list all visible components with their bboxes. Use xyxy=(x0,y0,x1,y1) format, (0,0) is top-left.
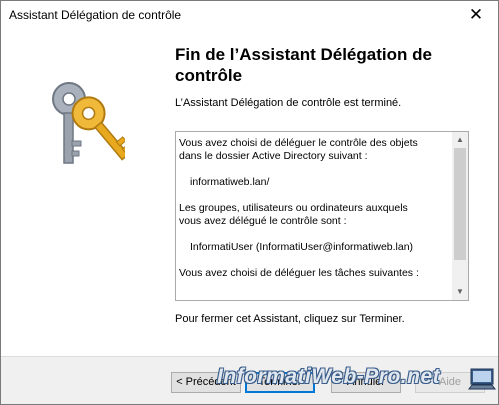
title-bar: Assistant Délégation de contrôle ✕ xyxy=(1,1,498,31)
keys-icon xyxy=(52,82,125,164)
vertical-scrollbar[interactable]: ▲ ▼ xyxy=(452,132,468,300)
summary-folder: informatiweb.lan/ xyxy=(190,176,270,188)
close-icon[interactable]: ✕ xyxy=(466,5,486,25)
completion-text: L’Assistant Délégation de contrôle est t… xyxy=(175,97,402,109)
summary-line: Les groupes, utilisateurs ou ordinateurs… xyxy=(179,202,408,214)
wizard-content: Fin de l’Assistant Délégation de contrôl… xyxy=(161,31,498,356)
summary-user: InformatiUser (InformatiUser@informatiwe… xyxy=(190,241,414,253)
summary-line: vous avez délégué le contrôle sont : xyxy=(179,215,347,227)
summary-line: Vous avez choisi de déléguer le contrôle… xyxy=(179,137,418,149)
watermark: InformatiWeb-Pro.net xyxy=(217,365,441,388)
window-title: Assistant Délégation de contrôle xyxy=(9,8,182,22)
summary-text: Vous avez choisi de déléguer le contrôle… xyxy=(176,132,448,300)
page-title: Fin de l’Assistant Délégation de contrôl… xyxy=(175,45,432,85)
scroll-thumb[interactable] xyxy=(454,148,466,260)
summary-textbox[interactable]: Vous avez choisi de déléguer le contrôle… xyxy=(175,131,469,301)
summary-line: Vous avez choisi de déléguer les tâches … xyxy=(179,267,419,279)
computer-icon xyxy=(468,368,496,390)
button-bar: < Précédent Terminer Annuler Aide Inform… xyxy=(1,356,498,404)
close-hint: Pour fermer cet Assistant, cliquez sur T… xyxy=(175,313,405,325)
scroll-down-icon[interactable]: ▼ xyxy=(452,285,468,299)
wizard-window: Assistant Délégation de contrôle ✕ Fin d… xyxy=(0,0,499,405)
wizard-side-panel xyxy=(1,31,161,356)
scroll-up-icon[interactable]: ▲ xyxy=(452,133,468,147)
summary-line: dans le dossier Active Directory suivant… xyxy=(179,150,368,162)
